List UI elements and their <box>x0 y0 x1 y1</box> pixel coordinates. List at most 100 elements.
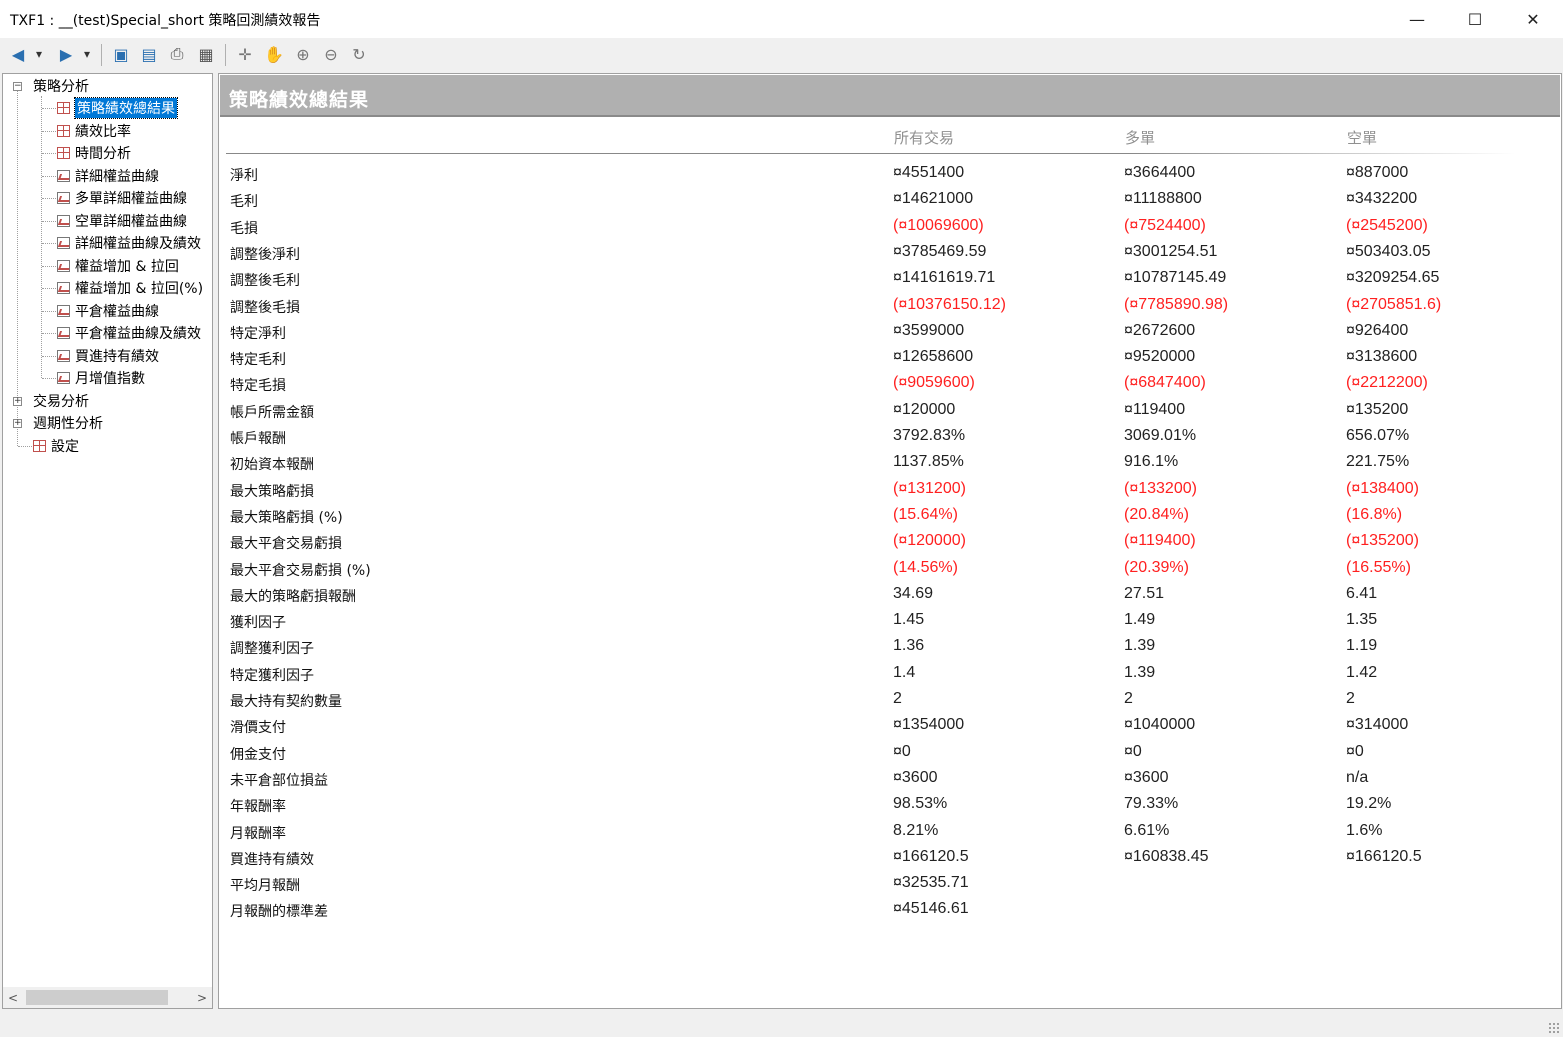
tree-line <box>42 333 56 334</box>
tree-item-label: 買進持有績效 <box>75 349 159 365</box>
save-icon[interactable]: ▣ <box>110 42 132 66</box>
table-icon[interactable]: ▦ <box>195 42 217 66</box>
resize-grip-icon[interactable] <box>1548 1022 1560 1034</box>
back-dropdown-icon[interactable]: ▾ <box>32 42 46 66</box>
tree-line <box>17 90 18 446</box>
tree-root-periodic-analysis[interactable]: 週期性分析 <box>33 412 103 434</box>
cell-long: 1.49 <box>1124 611 1156 628</box>
tree-line <box>42 131 56 132</box>
forward-icon[interactable]: ▶ <box>56 42 76 66</box>
tree-line <box>42 198 56 199</box>
forward-dropdown-icon[interactable]: ▾ <box>80 42 94 66</box>
tree-item-closed-equity-performance[interactable]: 平倉權益曲線及績效 <box>57 322 201 344</box>
tree-item-runup-drawdown[interactable]: 權益增加 & 拉回 <box>57 255 179 277</box>
cell-all-trades: ¤32535.71 <box>893 874 969 891</box>
cell-long: ¤119400 <box>1124 401 1186 418</box>
tree-item-closed-equity-curve[interactable]: 平倉權益曲線 <box>57 300 159 322</box>
preview-icon[interactable]: ▤ <box>138 42 160 66</box>
cell-long: ¤2672600 <box>1124 322 1196 339</box>
title-bar: TXF1 : __(test)Special_short 策略回測績效報告 — … <box>0 0 1563 38</box>
tree-line <box>42 288 56 289</box>
tree-root-trade-analysis[interactable]: 交易分析 <box>33 390 89 412</box>
reset-icon[interactable]: ↻ <box>348 42 370 66</box>
tree-item-equity-curve[interactable]: 詳細權益曲線 <box>57 165 159 187</box>
zoom-in-icon[interactable]: ⊕ <box>292 42 314 66</box>
tree-item-runup-drawdown-pct[interactable]: 權益增加 & 拉回(%) <box>57 277 203 299</box>
tree-item-label: 策略績效總結果 <box>74 97 178 119</box>
cell-all-trades: 8.21% <box>893 822 939 839</box>
row-label: 特定毛利 <box>230 352 286 368</box>
cell-short: n/a <box>1346 769 1369 786</box>
cell-short: ¤135200 <box>1346 401 1409 418</box>
row-label: 帳戶報酬 <box>230 431 286 447</box>
cell-short: ¤314000 <box>1346 716 1409 733</box>
column-header-all-trades: 所有交易 <box>894 129 955 147</box>
row-label: 獲利因子 <box>230 615 286 631</box>
zoom-out-icon[interactable]: ⊖ <box>320 42 342 66</box>
cell-short: (¤2705851.6) <box>1346 296 1442 313</box>
tree-item-label: 權益增加 & 拉回(%) <box>75 281 204 297</box>
cell-all-trades: ¤120000 <box>893 401 956 418</box>
tree-item-label: 平倉權益曲線 <box>75 304 159 320</box>
tree-item-ratios[interactable]: 績效比率 <box>57 120 131 142</box>
header-divider <box>226 153 1516 154</box>
cell-long: ¤3001254.51 <box>1124 243 1218 260</box>
cell-all-trades: 1.45 <box>893 611 925 628</box>
row-label: 買進持有績效 <box>230 852 314 868</box>
tree-item-buy-hold[interactable]: 買進持有績效 <box>57 345 159 367</box>
tree-horizontal-scrollbar[interactable]: < > <box>3 987 212 1008</box>
scrollbar-thumb[interactable] <box>26 990 168 1005</box>
row-label: 年報酬率 <box>230 799 286 815</box>
window-title: TXF1 : __(test)Special_short 策略回測績效報告 <box>10 13 321 29</box>
scroll-right-icon[interactable]: > <box>192 987 212 1008</box>
minimize-button[interactable]: — <box>1388 0 1446 38</box>
back-icon[interactable]: ◀ <box>8 42 28 66</box>
row-label: 滑價支付 <box>230 720 286 736</box>
row-label: 帳戶所需金額 <box>230 405 314 421</box>
cell-long: 2 <box>1124 690 1133 707</box>
cell-short: 1.42 <box>1346 664 1378 681</box>
cell-short: ¤0 <box>1346 743 1364 760</box>
tree-item-label: 月增值指數 <box>75 371 145 387</box>
tree-item-summary[interactable]: 策略績效總結果 <box>57 97 178 119</box>
cell-short: (16.55%) <box>1346 559 1411 576</box>
scroll-left-icon[interactable]: < <box>3 987 23 1008</box>
pan-hand-icon[interactable]: ✋ <box>263 42 285 66</box>
line-chart-icon <box>57 215 70 227</box>
tree-item-time-analysis[interactable]: 時間分析 <box>57 142 131 164</box>
tree-item-monthly-index[interactable]: 月增值指數 <box>57 367 145 389</box>
tree-item-short-equity-curve[interactable]: 空單詳細權益曲線 <box>57 210 187 232</box>
maximize-button[interactable]: ☐ <box>1446 0 1504 38</box>
row-label: 毛損 <box>230 221 258 237</box>
crosshair-icon[interactable]: ✛ <box>234 42 256 66</box>
tree-line <box>42 378 56 379</box>
row-label: 調整後毛利 <box>230 273 300 289</box>
tree-line <box>42 221 56 222</box>
tree-item-long-equity-curve[interactable]: 多單詳細權益曲線 <box>57 187 187 209</box>
cell-all-trades: 34.69 <box>893 585 934 602</box>
tree-line <box>42 243 56 244</box>
expand-toggle-icon[interactable]: + <box>13 397 22 406</box>
cell-all-trades: 1137.85% <box>893 453 964 470</box>
tree-root-settings[interactable]: 設定 <box>33 435 79 457</box>
cell-short: 656.07% <box>1346 427 1410 444</box>
line-chart-icon <box>57 260 70 272</box>
collapse-toggle-icon[interactable]: − <box>13 82 22 91</box>
tree-item-label: 設定 <box>51 439 79 455</box>
column-header-long: 多單 <box>1125 129 1156 147</box>
cell-short: (16.8%) <box>1346 506 1403 523</box>
expand-toggle-icon[interactable]: + <box>13 419 22 428</box>
tree-line <box>18 446 32 447</box>
tree-root-strategy[interactable]: 策略分析 <box>33 75 89 97</box>
tree-item-label: 績效比率 <box>75 124 131 140</box>
close-button[interactable]: ✕ <box>1504 0 1562 38</box>
line-chart-icon <box>57 305 70 317</box>
toolbar-separator <box>101 44 102 66</box>
tree-item-equity-curve-performance[interactable]: 詳細權益曲線及績效 <box>57 232 201 254</box>
cell-short: (¤138400) <box>1346 480 1419 497</box>
print-icon[interactable]: ⎙ <box>166 42 188 66</box>
cell-long: (¤7785890.98) <box>1124 296 1229 313</box>
cell-all-trades: ¤45146.61 <box>893 900 969 917</box>
cell-all-trades: (¤131200) <box>893 480 966 497</box>
toolbar-separator <box>225 44 226 66</box>
